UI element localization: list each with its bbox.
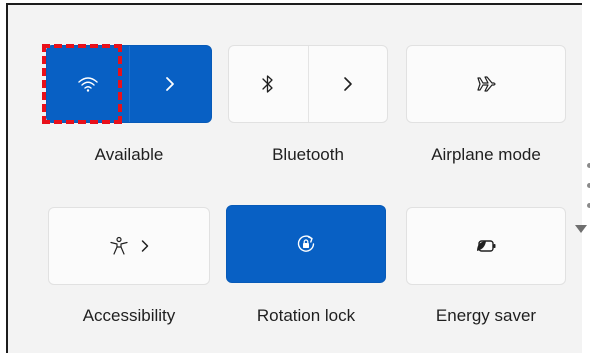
airplane-icon (475, 75, 497, 93)
wifi-toggle-button[interactable] (47, 46, 129, 122)
chevron-right-icon (343, 76, 353, 92)
wifi-icon (77, 75, 99, 93)
rotation-lock-tile (226, 205, 386, 283)
quick-settings-panel: Available Bluetooth Airplane mode Access… (6, 3, 590, 353)
chevron-right-icon (165, 76, 175, 92)
accessibility-button[interactable] (49, 208, 209, 284)
wifi-tile (46, 45, 212, 123)
bluetooth-tile (228, 45, 388, 123)
wifi-label: Available (94, 145, 164, 164)
airplane-mode-tile (406, 45, 566, 123)
energy-saver-button[interactable] (407, 208, 565, 284)
rotation-lock-label: Rotation lock (256, 306, 356, 325)
airplane-mode-label: Airplane mode (431, 145, 541, 164)
rotation-lock-button[interactable] (227, 206, 385, 282)
energy-saver-label: Energy saver (435, 306, 537, 325)
accessibility-icon (109, 236, 129, 256)
energy-saver-tile (406, 207, 566, 285)
wifi-expand-button[interactable] (130, 46, 212, 122)
chevron-right-icon (141, 239, 149, 253)
bluetooth-icon (261, 74, 275, 94)
energy-saver-icon (474, 238, 498, 254)
bluetooth-label: Bluetooth (272, 145, 344, 164)
scroll-down-arrow-icon[interactable] (575, 225, 587, 233)
airplane-mode-button[interactable] (407, 46, 565, 122)
accessibility-label: Accessibility (82, 306, 176, 325)
accessibility-tile (48, 207, 210, 285)
bluetooth-expand-button[interactable] (309, 46, 388, 122)
rotation-lock-icon (296, 234, 316, 254)
bluetooth-toggle-button[interactable] (229, 46, 308, 122)
